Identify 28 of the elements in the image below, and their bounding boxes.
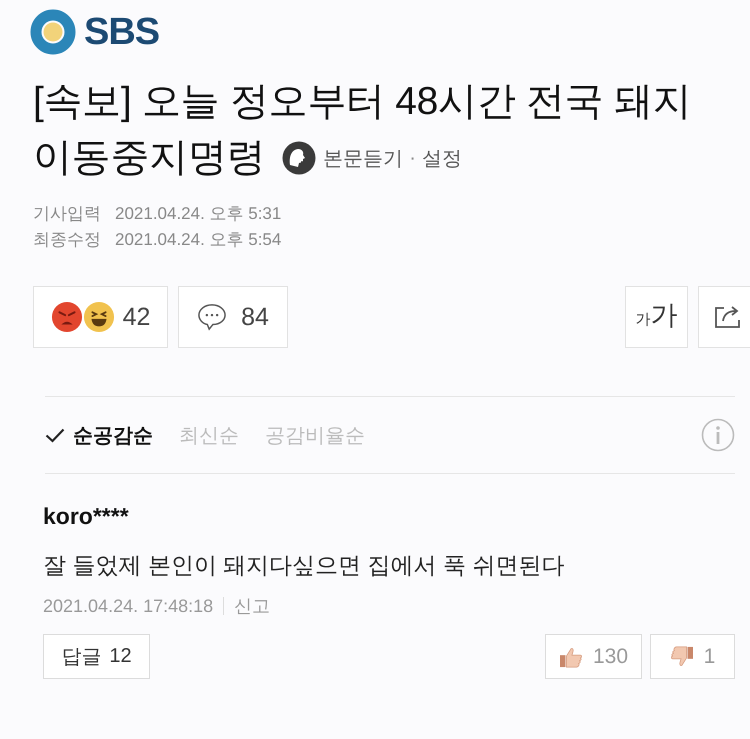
sort-tab[interactable]: 순공감순 (45, 422, 153, 448)
thumbs-down-icon (670, 646, 694, 668)
share-button[interactable] (698, 286, 750, 348)
meta-date: 2021.04.24. 오후 5:31 (115, 202, 282, 224)
thumbs-up-icon (558, 646, 583, 668)
comment-text: 잘 들었제 본인이 돼지다싶으면 집에서 푹 쉬면된다 (43, 551, 564, 580)
comments-button[interactable]: 84 (178, 286, 288, 348)
meta-date: 2021.04.24. 오후 5:54 (115, 228, 282, 250)
separator-dot: · (409, 146, 416, 170)
article-title: 이동중지명령 (33, 134, 266, 181)
laughing-face-icon (82, 301, 115, 333)
comment-time: 2021.04.24. 17:48:18 (43, 596, 214, 616)
share-icon (713, 304, 743, 330)
listen-link[interactable]: 본문듣기 (323, 144, 404, 172)
font-size-button[interactable]: 가가 (625, 286, 688, 348)
angry-face-icon (50, 301, 83, 333)
article-title: [속보] 오늘 정오부터 48시간 전국 돼지 (33, 78, 692, 125)
head-voice-icon[interactable] (281, 140, 318, 176)
settings-link[interactable]: 설정 (422, 144, 462, 172)
logo-ring-icon (30, 9, 76, 55)
speech-bubble-icon (197, 303, 228, 331)
logo-text[interactable]: SBS (84, 13, 160, 51)
meta-label: 기사입력 (33, 202, 101, 224)
check-icon (45, 428, 65, 442)
reply-button[interactable]: 답글 12 (43, 634, 150, 679)
reaction-button[interactable]: 42 (33, 286, 168, 348)
meta-label: 최종수정 (33, 228, 101, 250)
comment-author[interactable]: koro**** (43, 502, 129, 530)
